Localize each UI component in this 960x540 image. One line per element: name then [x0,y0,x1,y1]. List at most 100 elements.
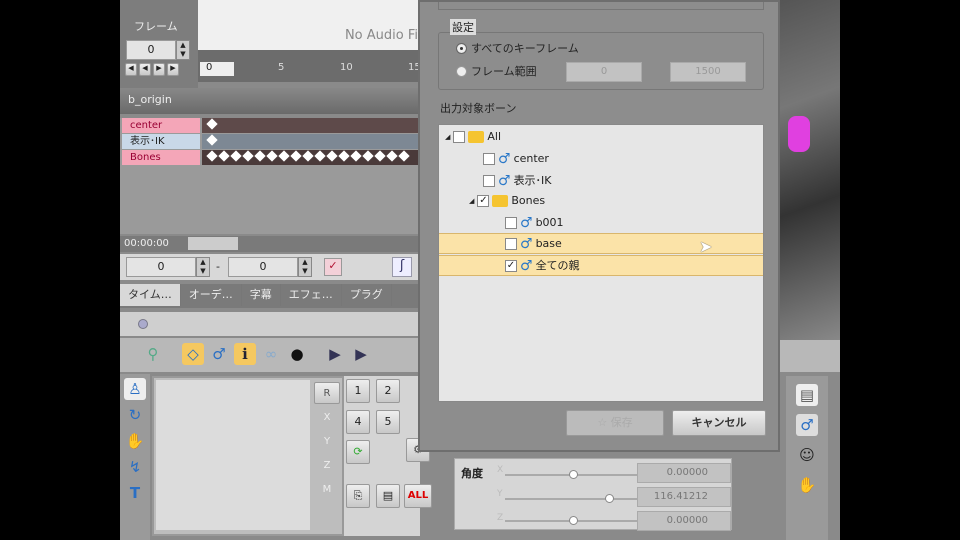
info-icon[interactable]: ℹ [234,343,256,365]
number-button-1[interactable]: 1 [346,379,370,403]
camera-mode-icon[interactable]: ◇ [182,343,204,365]
range-end-input[interactable]: 0 [228,257,298,277]
hand-icon[interactable]: ✋ [796,474,818,496]
range-start-spinner[interactable]: ▲ ▼ [196,257,210,277]
pose-icon[interactable]: ✋ [124,430,146,452]
tab-effect[interactable]: エフェ… [281,284,342,306]
save-button[interactable]: ☆ 保存 [566,410,664,436]
slider-knob[interactable] [605,494,614,503]
ik-icon[interactable]: ↯ [124,456,146,478]
cancel-button[interactable]: キャンセル [672,410,766,436]
radio-selected-icon[interactable] [456,42,467,54]
copy-icon[interactable]: ⎘ [346,484,370,508]
axis-r-button[interactable]: R [314,382,340,404]
range-end-spinner[interactable]: ▲ ▼ [298,257,312,277]
angle-y-input[interactable]: 116.41212 [637,487,731,507]
angle-z-input[interactable]: 0.00000 [637,511,731,531]
axis-z-button[interactable]: Z [314,454,340,478]
axis-x-button[interactable]: X [314,406,340,430]
frame-spinner[interactable]: ▲ ▼ [176,40,190,60]
keyframe-row[interactable] [202,150,418,165]
tree-node-bones[interactable]: ◢ ✓ Bones [469,191,545,211]
audio-text: No Audio Fi [344,28,418,43]
slider-knob[interactable] [569,516,578,525]
prev-frame-button[interactable]: ◀ [139,63,151,76]
checkbox[interactable]: ✓ [477,195,490,207]
play-all-icon[interactable]: ▶ [324,343,346,365]
checkbox[interactable] [505,217,517,229]
settings-label: 設定 [450,19,476,35]
keyframe-row[interactable] [202,118,418,133]
preview-area [156,380,310,530]
range-checkbox[interactable]: ✓ [324,258,342,276]
model-mode-icon[interactable]: ♙ [124,378,146,400]
frame-input[interactable]: 0 [126,40,176,60]
refresh-icon[interactable]: ⟳ [346,440,370,464]
node-label: center [513,152,549,165]
keyframe[interactable] [206,118,218,130]
3d-viewport[interactable] [780,0,840,340]
keyframe[interactable] [206,134,218,146]
node-label: 全ての親 [535,259,580,272]
range-start-field[interactable]: 0 [566,62,642,82]
checkbox[interactable]: ✓ [505,260,517,272]
tree-node-base[interactable]: ♂ base [505,234,562,254]
horizontal-scrollbar[interactable] [188,237,238,250]
number-button-5[interactable]: 5 [376,410,400,434]
radio-unselected-icon[interactable] [456,65,467,77]
range-start-input[interactable]: 0 [126,257,196,277]
angle-label: 角度 [461,467,483,480]
bone-mode-icon[interactable]: ♂ [796,414,818,436]
bone-icon[interactable]: ♂ [208,343,230,365]
track-display-ik[interactable]: 表示･IK [122,134,200,149]
text-icon[interactable]: T [124,482,146,504]
angle-y-slider[interactable] [505,494,645,503]
keyframe-row[interactable] [202,134,418,149]
next-frame-button[interactable]: ▶ [153,63,165,76]
select-all-button[interactable]: ALL [404,484,432,508]
axis-m-button[interactable]: M [314,478,340,502]
bone-icon: ♂ [520,258,533,274]
angle-x-slider[interactable] [505,470,645,479]
slider-knob[interactable] [569,470,578,479]
play-icon[interactable]: ▶ [350,343,372,365]
link-icon[interactable]: ∞ [260,343,282,365]
tab-plugin[interactable]: プラグ [342,284,392,306]
axis-y-button[interactable]: Y [314,430,340,454]
first-frame-button[interactable]: ◀ [125,63,137,76]
ruler-tick: 5 [278,62,285,73]
timeline-ruler[interactable]: 0 5 10 15 [198,50,421,82]
tree-node-display-ik[interactable]: ♂ 表示･IK [483,171,552,191]
list-icon[interactable]: ▤ [796,384,818,406]
checkbox[interactable] [483,175,495,187]
node-label: All [487,130,502,143]
radio-frame-range[interactable]: フレーム範囲 [456,63,537,79]
angle-z-slider[interactable] [505,516,645,525]
interpolation-curve-icon[interactable]: ʃ [392,257,412,277]
tree-node-b001[interactable]: ♂ b001 [505,213,564,233]
slider-knob[interactable] [138,319,148,329]
rotate-icon[interactable]: ↻ [124,404,146,426]
checkbox[interactable] [453,131,466,143]
model-load-icon[interactable]: ⚲ [142,343,164,365]
number-button-4[interactable]: 4 [346,410,370,434]
tab-audio[interactable]: オーデ… [181,284,242,306]
track-center[interactable]: center [122,118,200,133]
last-frame-button[interactable]: ▶ [167,63,179,76]
record-icon[interactable]: ● [286,343,308,365]
tab-subtitle[interactable]: 字幕 [242,284,281,306]
checkbox[interactable] [483,153,495,165]
radio-all-keyframes[interactable]: すべてのキーフレーム [456,40,579,56]
range-end-field[interactable]: 1500 [670,62,746,82]
angle-x-input[interactable]: 0.00000 [637,463,731,483]
play-slider[interactable] [120,312,418,336]
number-button-2[interactable]: 2 [376,379,400,403]
checkbox[interactable] [505,238,517,250]
paste-icon[interactable]: ▤ [376,484,400,508]
tree-node-all[interactable]: ◢ All [445,127,501,147]
tree-node-all-parent[interactable]: ✓ ♂ 全ての親 [505,256,580,276]
tree-node-center[interactable]: ♂ center [483,149,549,169]
track-bones[interactable]: Bones [122,150,200,165]
tab-timeline[interactable]: タイム… [120,284,181,306]
face-icon[interactable]: ☺ [796,444,818,466]
